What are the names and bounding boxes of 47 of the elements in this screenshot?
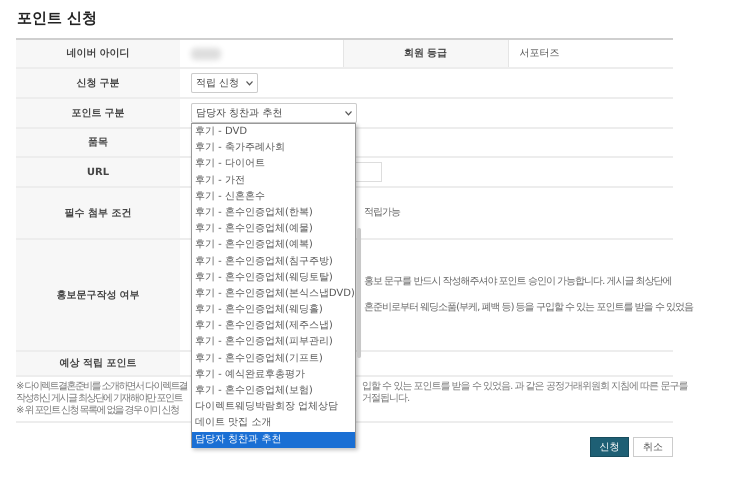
field-value: 서포터즈: [508, 39, 673, 68]
dropdown-option[interactable]: 후기 - 예식완료후총평가: [192, 366, 355, 383]
page-title: 포인트 신청: [16, 8, 98, 29]
dropdown-option[interactable]: 후기 - 축가주례사회: [192, 140, 355, 156]
dropdown-option[interactable]: 후기 - 혼수인증업체(기프트): [192, 350, 355, 367]
guide-text: 혼준비로부터 웨딩소품(부케, 폐백 등) 등을 구입할 수 있는 포인트를 받을 수 있었음: [364, 301, 693, 315]
field-label: 회원 등급: [343, 39, 508, 68]
guide-text: 홍보 문구를 반드시 작성해주셔야 포인트 승인이 가능합니다. 게시글 최상단에: [364, 275, 672, 289]
field-label: 품목: [16, 128, 180, 157]
field-label: URL: [16, 157, 180, 187]
blurred-value: [191, 48, 221, 60]
note-text: 거절됩니다.: [362, 393, 410, 405]
dropdown-option[interactable]: 후기 - 다이어트: [192, 156, 355, 173]
dropdown-option[interactable]: 다이렉트웨딩박람회장 업체상담: [192, 399, 355, 416]
note-text: ※ 위 포인트 신청 목록에 없을 경우 이미 신청: [16, 405, 180, 417]
dropdown-option[interactable]: 후기 - 혼수인증업체(본식스냅DVD): [192, 286, 355, 302]
note-text: 작성하신 게시글 최상단에 기재해야만 포인트: [16, 393, 184, 405]
cancel-button[interactable]: 취소: [633, 437, 673, 457]
dropdown-option[interactable]: 후기 - 혼수인증업체(웨딩토탈): [192, 270, 355, 286]
submit-button[interactable]: 신청: [590, 437, 629, 457]
note-text: 입할 수 있는 포인트를 받을 수 있었음. 과 같은 공정거래위원회 지침에 따른 문구를: [362, 381, 688, 393]
caret-icon: [246, 80, 253, 86]
field-label: 필수 첨부 조건: [16, 187, 180, 239]
dropdown-option[interactable]: 후기 - 신혼혼수: [192, 188, 355, 205]
select-field[interactable]: 담당자 칭찬과 추천: [191, 103, 357, 123]
dropdown-option[interactable]: 데이트 맛집 소개: [192, 415, 355, 432]
dropdown-option[interactable]: 후기 - 혼수인증업체(웨딩홀): [192, 302, 355, 318]
dropdown-option[interactable]: 후기 - 혼수인증업체(보험): [192, 383, 355, 400]
field-label: 홍보문구작성 여부: [16, 239, 180, 351]
select-field[interactable]: 적립 신청: [191, 73, 258, 93]
dropdown-option[interactable]: 후기 - 가전: [192, 172, 355, 189]
guide-text: 적립가능: [364, 206, 400, 220]
dropdown-option[interactable]: 후기 - 혼수인증업체(예물): [192, 221, 355, 238]
caret-icon: [345, 110, 352, 116]
dropdown-option[interactable]: 후기 - 혼수인증업체(침구주방): [192, 254, 355, 270]
field-label: 예상 적립 포인트: [16, 351, 180, 376]
field-label: 네이버 아이디: [16, 39, 180, 68]
dropdown-option[interactable]: 후기 - 혼수인증업체(한복): [192, 204, 355, 222]
dropdown-option[interactable]: 후기 - 혼수인증업체(예복): [192, 237, 355, 254]
dropdown-option[interactable]: 후기 - 혼수인증업체(제주스냅): [192, 318, 355, 334]
dropdown-option[interactable]: 후기 - DVD: [192, 124, 355, 140]
dropdown-option[interactable]: 담당자 칭찬과 추천: [192, 432, 355, 448]
field-label: 포인트 구분: [16, 98, 180, 128]
note-text: ※ 다이렉트결혼준비를 소개하면서 다이렉트결: [16, 381, 188, 393]
scrollbar-thumb[interactable]: [356, 228, 361, 358]
dropdown-option[interactable]: 후기 - 혼수인증업체(피부관리): [192, 334, 355, 351]
field-label: 신청 구분: [16, 68, 180, 98]
